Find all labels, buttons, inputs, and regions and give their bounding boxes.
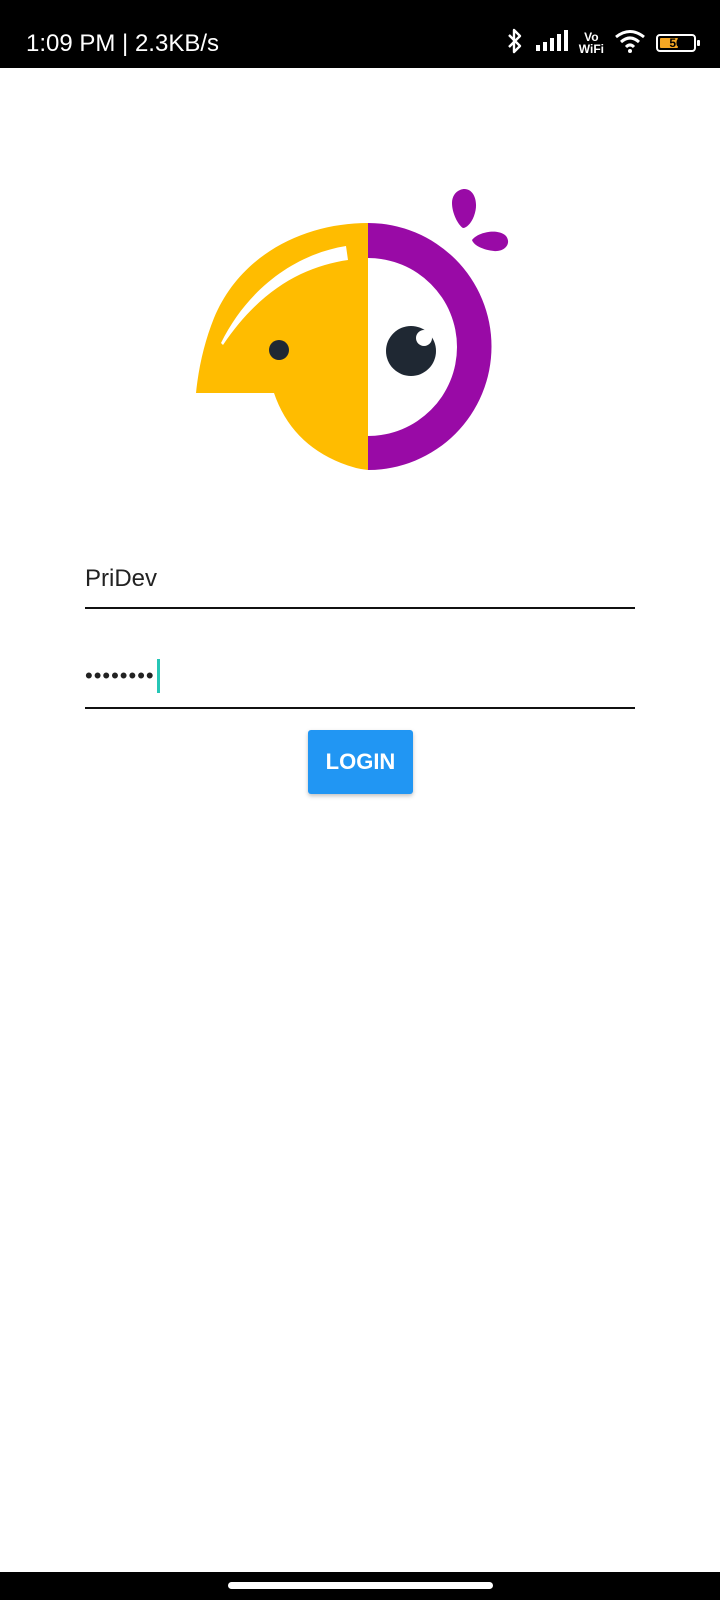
vowifi-bottom: WiFi bbox=[578, 42, 604, 56]
navigation-bar bbox=[0, 1572, 720, 1600]
text-cursor bbox=[156, 659, 160, 693]
home-indicator[interactable] bbox=[228, 1582, 493, 1589]
password-value: •••••••• bbox=[85, 663, 155, 688]
password-field[interactable]: •••••••• bbox=[85, 645, 635, 709]
parrot-logo bbox=[196, 188, 526, 480]
battery-level: 56 bbox=[669, 36, 683, 50]
signal-icon bbox=[535, 29, 569, 57]
password-row: •••••••• bbox=[85, 659, 160, 693]
wifi-icon bbox=[614, 29, 646, 58]
vowifi-icon: Vo WiFi bbox=[579, 31, 604, 55]
status-icons: Vo WiFi 56 bbox=[505, 26, 700, 60]
bluetooth-icon bbox=[505, 27, 525, 60]
login-button[interactable]: LOGIN bbox=[308, 730, 413, 794]
status-bar: 1:09 PM | 2.3KB/s Vo WiFi 56 bbox=[0, 0, 720, 68]
status-time: 1:09 PM | 2.3KB/s bbox=[26, 30, 219, 57]
username-field[interactable]: PriDev bbox=[85, 545, 635, 609]
username-value: PriDev bbox=[85, 565, 158, 592]
battery-icon: 56 bbox=[656, 34, 700, 52]
